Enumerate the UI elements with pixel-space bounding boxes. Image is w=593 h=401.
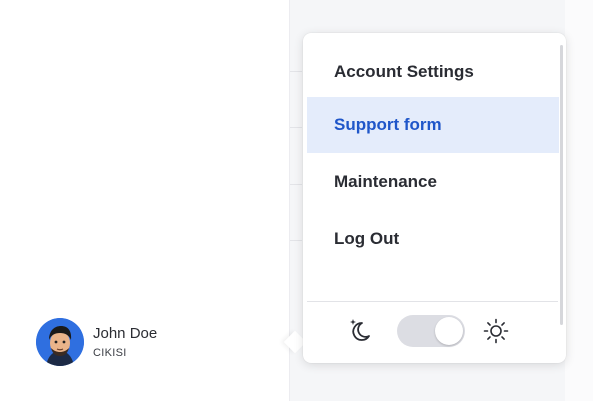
user-menu: Account Settings Support form Maintenanc…: [303, 33, 566, 363]
user-name: John Doe: [93, 324, 158, 342]
avatar[interactable]: [36, 318, 84, 366]
user-avatar-icon: [36, 318, 84, 366]
menu-separator: [307, 301, 558, 302]
divider: [290, 71, 302, 72]
content-strip: [565, 0, 593, 401]
menu-item-account-settings[interactable]: Account Settings: [307, 44, 559, 100]
menu-item-maintenance[interactable]: Maintenance: [307, 154, 559, 210]
theme-toggle[interactable]: [397, 315, 465, 347]
toggle-knob: [435, 317, 463, 345]
menu-item-log-out[interactable]: Log Out: [307, 211, 559, 267]
menu-item-support-form[interactable]: Support form: [307, 97, 559, 153]
user-profile[interactable]: John Doe CIKISI: [36, 317, 256, 367]
user-meta: John Doe CIKISI: [93, 324, 157, 361]
divider: [290, 127, 302, 128]
sun-icon[interactable]: [483, 318, 509, 344]
moon-icon[interactable]: [348, 317, 372, 343]
menu-scrollbar[interactable]: [560, 45, 563, 325]
user-role: CIKISI: [93, 346, 127, 359]
theme-switcher: [303, 312, 566, 352]
divider: [290, 184, 302, 185]
divider: [290, 240, 302, 241]
